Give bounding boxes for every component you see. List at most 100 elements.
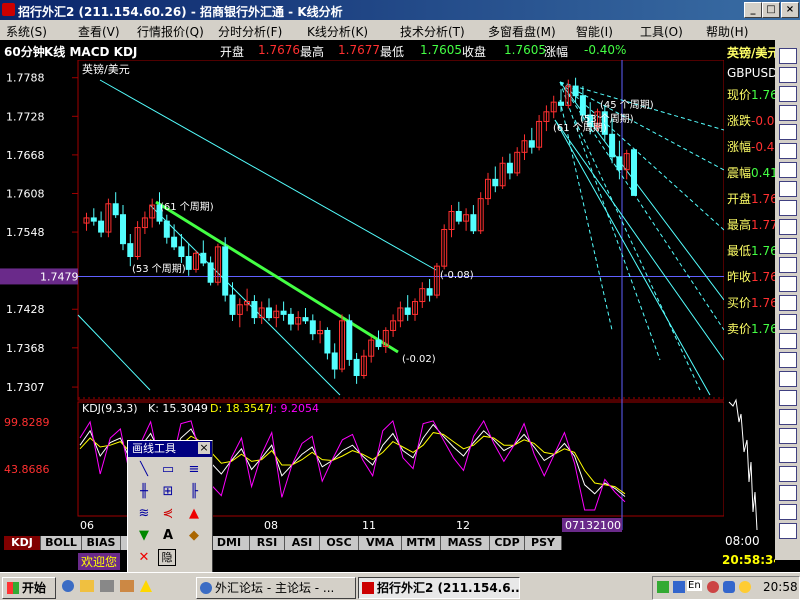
up-arrow-tool-icon[interactable]: ▲ [184,505,204,523]
toolbar-button[interactable] [779,181,797,197]
explorer-quicklaunch-icon[interactable] [120,580,134,592]
outlook-quicklaunch-icon[interactable] [80,580,94,592]
annotation-53-right: (53 个周期) [580,113,634,125]
menu-intraday[interactable]: 分时分析(F) [218,23,282,40]
candle-body [492,178,499,187]
candle-body [579,95,586,116]
language-indicator[interactable]: En [687,580,702,591]
down-arrow-tool-icon[interactable]: ▼ [134,527,154,545]
toolbar-button[interactable] [779,105,797,121]
hide-tool-icon[interactable]: 隐 [158,549,176,566]
toolbar-button[interactable] [779,162,797,178]
task-forum[interactable]: 外汇论坛 - 主论坛 - ... [196,577,356,599]
toolbar-button[interactable] [779,466,797,482]
toolbar-button[interactable] [779,428,797,444]
tab-bias[interactable]: BIAS [82,536,121,550]
menu-technical[interactable]: 技术分析(T) [400,23,465,40]
toolbar-button[interactable] [779,352,797,368]
tab-psy[interactable]: PSY [525,536,562,550]
tab-mtm[interactable]: MTM [402,536,441,550]
delete-tool-icon[interactable]: ✕ [134,549,154,567]
toolbar-button[interactable] [779,48,797,64]
menu-quotes[interactable]: 行情报价(Q) [137,23,204,40]
menu-multiwindow[interactable]: 多窗看盘(M) [488,23,556,40]
mini-price-line [728,398,758,531]
close-label: 收盘 [462,45,487,59]
windows-logo-icon [7,582,19,594]
menu-help[interactable]: 帮助(H) [706,23,748,40]
toolbar-button[interactable] [779,238,797,254]
toolbar-button[interactable] [779,200,797,216]
quote-row-value: 1.7607 [751,322,775,336]
period-label[interactable]: 60分钟 [4,43,45,60]
start-button[interactable]: 开始 [2,577,56,599]
speed-line-tool-icon[interactable]: ⋞ [158,505,178,523]
network-tray-icon[interactable] [657,581,669,593]
volume-tray-icon[interactable] [739,581,751,593]
candle-body [127,243,134,258]
menu-smart[interactable]: 智能(I) [576,23,613,40]
maximize-button[interactable]: □ [762,2,780,18]
text-tool-icon[interactable]: A [158,527,178,545]
toolbar-button[interactable] [779,276,797,292]
messenger-tray-icon[interactable] [723,581,735,593]
task-trading-app[interactable]: 招行外汇2 (211.154.6... [358,577,520,599]
close-button[interactable]: × [781,2,799,18]
quote-row-value: 1.7676 [751,270,775,284]
toolbar-button[interactable] [779,390,797,406]
menu-kline[interactable]: K线分析(K) [307,23,368,40]
tab-cdp[interactable]: CDP [490,536,525,550]
menu-tools[interactable]: 工具(O) [640,23,683,40]
tab-asi[interactable]: ASI [285,536,320,550]
tab-mass[interactable]: MASS [441,536,490,550]
tab-dmi[interactable]: DMI [209,536,250,550]
toolbar-button[interactable] [779,67,797,83]
toolbar-button[interactable] [779,295,797,311]
gann-tool-icon[interactable]: ⊞ [158,483,178,501]
toolbar-button[interactable] [779,371,797,387]
tab-vma[interactable]: VMA [359,536,402,550]
tab-boll[interactable]: BOLL [41,536,82,550]
toolbar-button[interactable] [779,409,797,425]
fan-tool-icon[interactable]: ≋ [134,505,154,523]
toolbar-button[interactable] [779,124,797,140]
toolbar-button[interactable] [779,333,797,349]
line-tool-icon[interactable]: ╲ [134,461,154,479]
palette-header[interactable]: 画线工具 × [128,441,212,457]
tab-rsi[interactable]: RSI [250,536,285,550]
warning-quicklaunch-icon[interactable] [140,580,152,592]
ime-tray-icon[interactable] [673,581,685,593]
eraser-tool-icon[interactable]: ◆ [184,527,204,545]
palette-close-button[interactable]: × [198,442,210,454]
antivirus-tray-icon[interactable] [707,581,719,593]
menu-view[interactable]: 查看(V) [78,23,120,40]
toolbar-button[interactable] [779,86,797,102]
drawn-trend-line[interactable] [99,79,437,271]
rectangle-tool-icon[interactable]: ▭ [158,461,178,479]
tab-kdj[interactable]: KDJ [4,536,41,550]
toolbar-button[interactable] [779,257,797,273]
toolbar-button[interactable] [779,219,797,235]
toolbar-button[interactable] [779,485,797,501]
toolbar-button[interactable] [779,447,797,463]
drawn-trend-line[interactable] [77,314,151,391]
toolbar-button[interactable] [779,143,797,159]
cycle-tool-icon[interactable]: ╟ [184,483,204,501]
indicator-list[interactable]: K线 MACD KDJ [44,43,137,60]
tab-osc[interactable]: OSC [320,536,359,550]
toolbar-button[interactable] [779,504,797,520]
drawn-trend-line[interactable] [574,119,701,391]
parallel-lines-tool-icon[interactable]: ≡ [184,461,204,479]
menu-system[interactable]: 系统(S) [6,23,47,40]
kline-chart[interactable]: 1.7788 1.7728 1.7668 1.7608 1.7548 1.7479 1.74… [0,60,724,535]
drawn-trend-line[interactable] [155,200,399,354]
fibonacci-tool-icon[interactable]: ╫ [134,483,154,501]
minimize-button[interactable]: _ [744,2,762,18]
ie-quicklaunch-icon[interactable] [62,580,74,592]
candle-body [426,288,433,296]
toolbar-button[interactable] [779,523,797,539]
drawing-tools-palette[interactable]: 画线工具 × ╲ ▭ ≡ ╫ ⊞ ╟ ≋ ⋞ ▲ ▼ A ◆ ✕ 隐 [127,440,213,574]
desktop-quicklaunch-icon[interactable] [100,580,114,592]
candle-body [251,301,258,319]
toolbar-button[interactable] [779,314,797,330]
